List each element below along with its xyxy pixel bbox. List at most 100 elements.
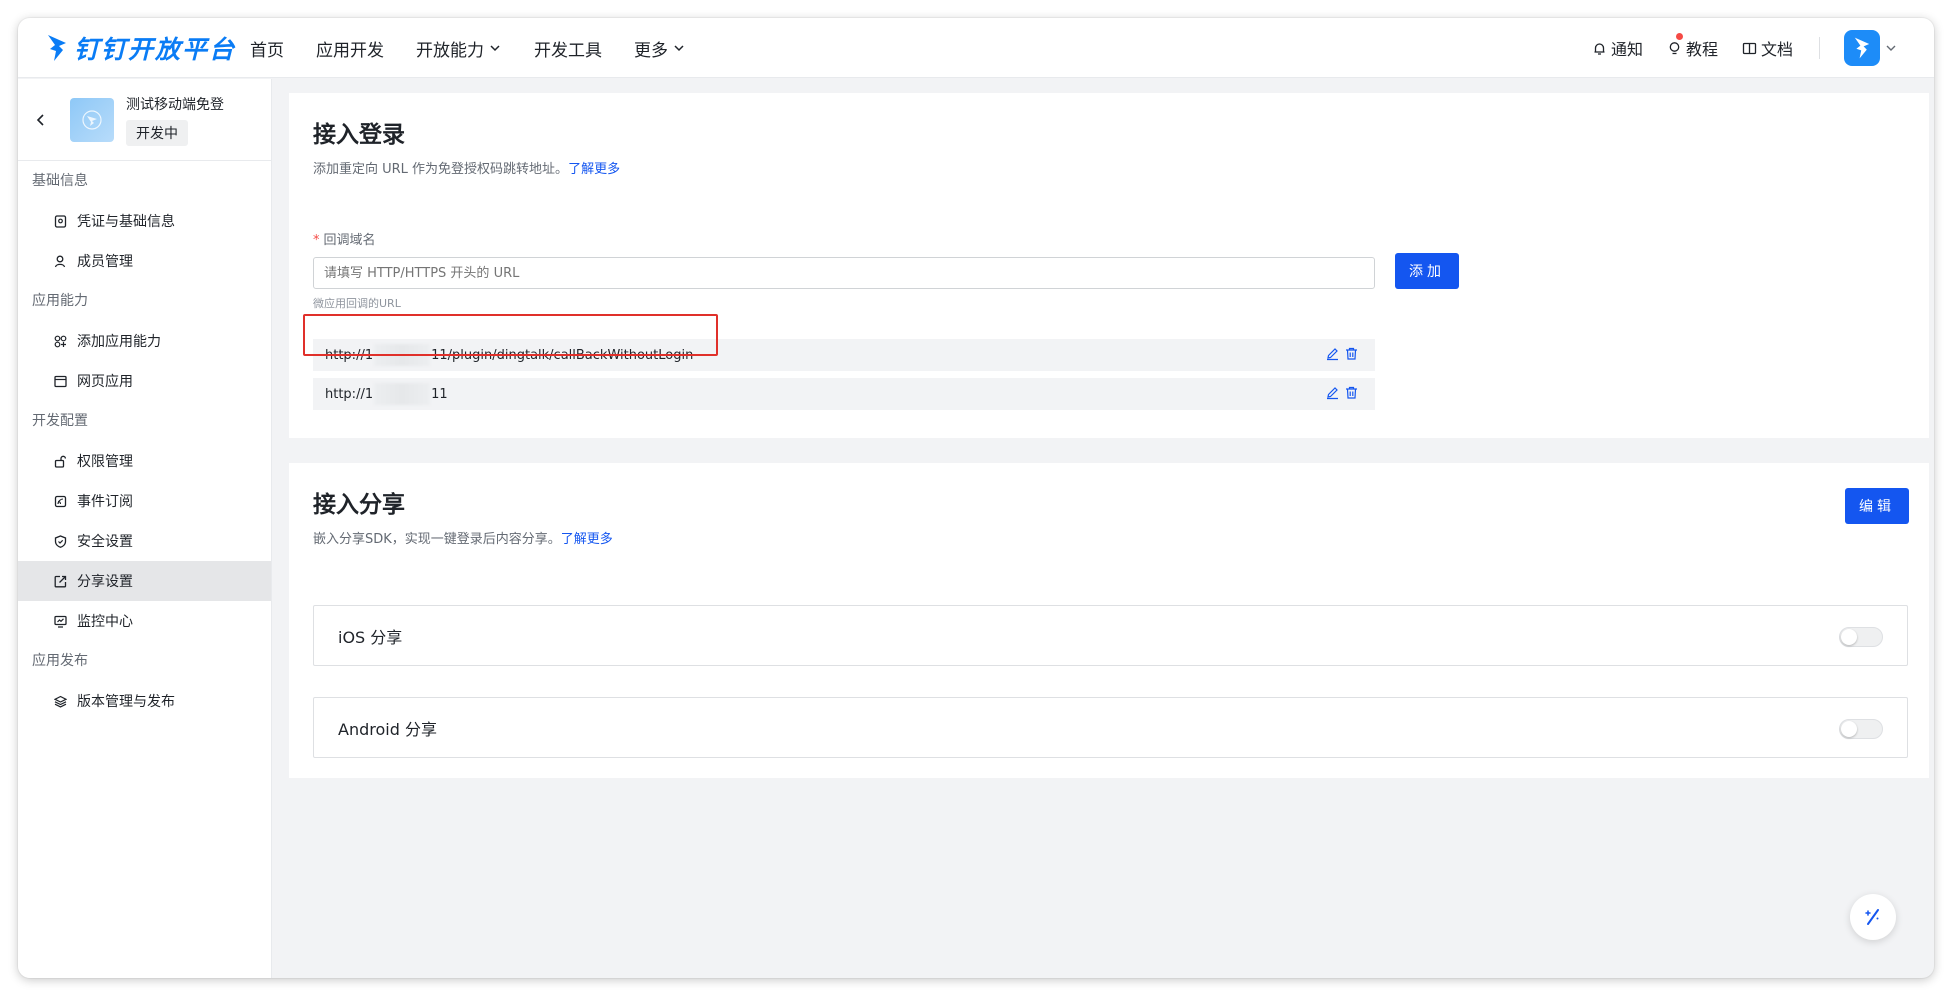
sidebar-item-label: 版本管理与发布 <box>77 694 175 710</box>
shield-icon <box>54 534 67 548</box>
tutorial-badge-dot <box>1675 33 1683 40</box>
app-logo-icon <box>82 109 102 130</box>
share-section-description: 嵌入分享SDK，实现一键登录后内容分享。了解更多 <box>313 528 613 547</box>
add-url-button[interactable]: 添加 <box>1395 253 1459 289</box>
tutorial-label: 教程 <box>1685 40 1718 59</box>
back-button[interactable] <box>22 101 60 139</box>
share-panel: 接入分享 编辑 嵌入分享SDK，实现一键登录后内容分享。了解更多 iOS 分享 … <box>289 463 1929 778</box>
android-share-card: Android 分享 <box>313 697 1908 758</box>
toggle-knob <box>1841 721 1857 737</box>
trash-icon[interactable] <box>1344 346 1359 361</box>
nav-home-label: 首页 <box>250 40 284 61</box>
user-avatar <box>1844 30 1880 66</box>
nav-open-capability-label: 开放能力 <box>416 40 484 61</box>
url-list-item: http://1 11/plugin/dingtalk/callBackWitho… <box>313 339 1375 371</box>
sidebar-item-permissions[interactable]: 权限管理 <box>18 441 271 481</box>
book-icon <box>1742 42 1757 54</box>
share-description-text: 嵌入分享SDK，实现一键登录后内容分享。 <box>313 532 561 547</box>
nav-home[interactable]: 首页 <box>250 36 284 61</box>
docs-label: 文档 <box>1760 40 1793 59</box>
sidebar-item-events[interactable]: 事件订阅 <box>18 481 271 521</box>
sidebar-item-monitor[interactable]: 监控中心 <box>18 601 271 641</box>
chevron-down-icon <box>1886 45 1896 51</box>
login-section-title: 接入登录 <box>313 122 405 148</box>
member-icon <box>54 255 66 267</box>
url-suffix: 11/plugin/dingtalk/callBackWithoutLogin <box>431 347 694 363</box>
app-avatar <box>70 97 114 142</box>
nav-more[interactable]: 更多 <box>634 36 686 61</box>
url-prefix: http://1 <box>325 386 374 402</box>
sidebar-item-version[interactable]: 版本管理与发布 <box>18 681 271 721</box>
sidebar-section-title: 基础信息 <box>32 173 88 189</box>
url-row-actions <box>1321 385 1359 400</box>
app-meta: 测试移动端免登 开发中 <box>126 94 224 146</box>
sidebar-item-label: 凭证与基础信息 <box>77 214 175 230</box>
docs-link[interactable]: 文档 <box>1742 36 1793 60</box>
credential-icon <box>54 214 67 228</box>
layers-icon <box>54 695 67 708</box>
chevron-left-icon <box>36 113 44 126</box>
login-section-description: 添加重定向 URL 作为免登授权码跳转地址。了解更多 <box>313 158 620 177</box>
chevron-down-icon <box>490 45 500 52</box>
ios-share-label: iOS 分享 <box>338 627 403 647</box>
tutorial-link[interactable]: 教程 <box>1667 33 1718 60</box>
edit-icon[interactable] <box>1325 385 1340 400</box>
callback-url-hint: 微应用回调的URL <box>313 297 401 310</box>
trash-icon[interactable] <box>1344 385 1359 400</box>
sidebar-item-members[interactable]: 成员管理 <box>18 241 271 281</box>
android-share-label: Android 分享 <box>338 719 437 739</box>
url-row-actions <box>1321 346 1359 361</box>
url-suffix: 11 <box>431 386 448 402</box>
edit-icon[interactable] <box>1325 346 1340 361</box>
brand-logo[interactable]: 钉钉开放平台 <box>46 26 236 70</box>
share-icon <box>54 575 67 587</box>
ios-share-toggle[interactable] <box>1839 627 1883 647</box>
sidebar-section-title: 开发配置 <box>32 413 88 429</box>
callback-url-input[interactable] <box>313 257 1375 289</box>
sidebar-item-label: 添加应用能力 <box>77 334 161 350</box>
login-learn-more-link[interactable]: 了解更多 <box>568 162 620 177</box>
sidebar-item-web-app[interactable]: 网页应用 <box>18 361 271 401</box>
sidebar-item-add-capability[interactable]: 添加应用能力 <box>18 321 271 361</box>
web-app-icon <box>54 375 67 387</box>
share-section-title: 接入分享 <box>313 492 405 518</box>
lightbulb-icon <box>1669 41 1680 54</box>
notify-link[interactable]: 通知 <box>1592 36 1643 60</box>
nav-right: 通知 教程 文档 <box>1568 18 1898 78</box>
nav-divider <box>1819 37 1820 59</box>
redacted-url-segment <box>374 383 431 405</box>
bell-icon <box>1594 42 1605 55</box>
app-name: 测试移动端免登 <box>126 96 224 113</box>
sidebar-item-share-settings[interactable]: 分享设置 <box>18 561 271 601</box>
notify-label: 通知 <box>1610 40 1643 59</box>
app-window: 钉钉开放平台 首页 应用开发 开放能力 开发工具 更多 通知 教程 文档 测试移… <box>18 18 1934 978</box>
app-status-badge: 开发中 <box>126 119 188 146</box>
android-share-toggle[interactable] <box>1839 719 1883 739</box>
user-menu[interactable] <box>1844 30 1898 66</box>
ai-assistant-button[interactable] <box>1850 894 1896 940</box>
nav-app-dev[interactable]: 应用开发 <box>316 36 384 61</box>
sidebar-item-security[interactable]: 安全设置 <box>18 521 271 561</box>
url-prefix: http://1 <box>325 347 374 363</box>
event-icon <box>54 495 67 507</box>
sidebar-item-label: 事件订阅 <box>77 494 133 510</box>
url-list-item: http://1 11 <box>313 378 1375 410</box>
app-header: 测试移动端免登 开发中 <box>18 79 271 161</box>
sidebar: 测试移动端免登 开发中 基础信息 凭证与基础信息 成员管理 应用能力 添加应用能… <box>18 79 272 978</box>
edit-share-button[interactable]: 编辑 <box>1845 488 1909 524</box>
nav-open-capability[interactable]: 开放能力 <box>416 36 502 61</box>
nav-dev-tools[interactable]: 开发工具 <box>534 36 602 61</box>
ios-share-card: iOS 分享 <box>313 605 1908 666</box>
sidebar-item-credentials[interactable]: 凭证与基础信息 <box>18 201 271 241</box>
sidebar-section-title: 应用能力 <box>32 293 88 309</box>
nav-app-dev-label: 应用开发 <box>316 40 384 61</box>
sidebar-section-title: 应用发布 <box>32 653 88 669</box>
chevron-down-icon <box>674 45 684 52</box>
permission-icon <box>54 455 67 468</box>
main-nav: 首页 应用开发 开放能力 开发工具 更多 <box>250 18 718 78</box>
required-mark: * <box>313 233 320 248</box>
nav-dev-tools-label: 开发工具 <box>534 40 602 61</box>
sidebar-item-label: 成员管理 <box>77 254 133 270</box>
sidebar-item-label: 安全设置 <box>77 534 133 550</box>
share-learn-more-link[interactable]: 了解更多 <box>561 532 613 547</box>
